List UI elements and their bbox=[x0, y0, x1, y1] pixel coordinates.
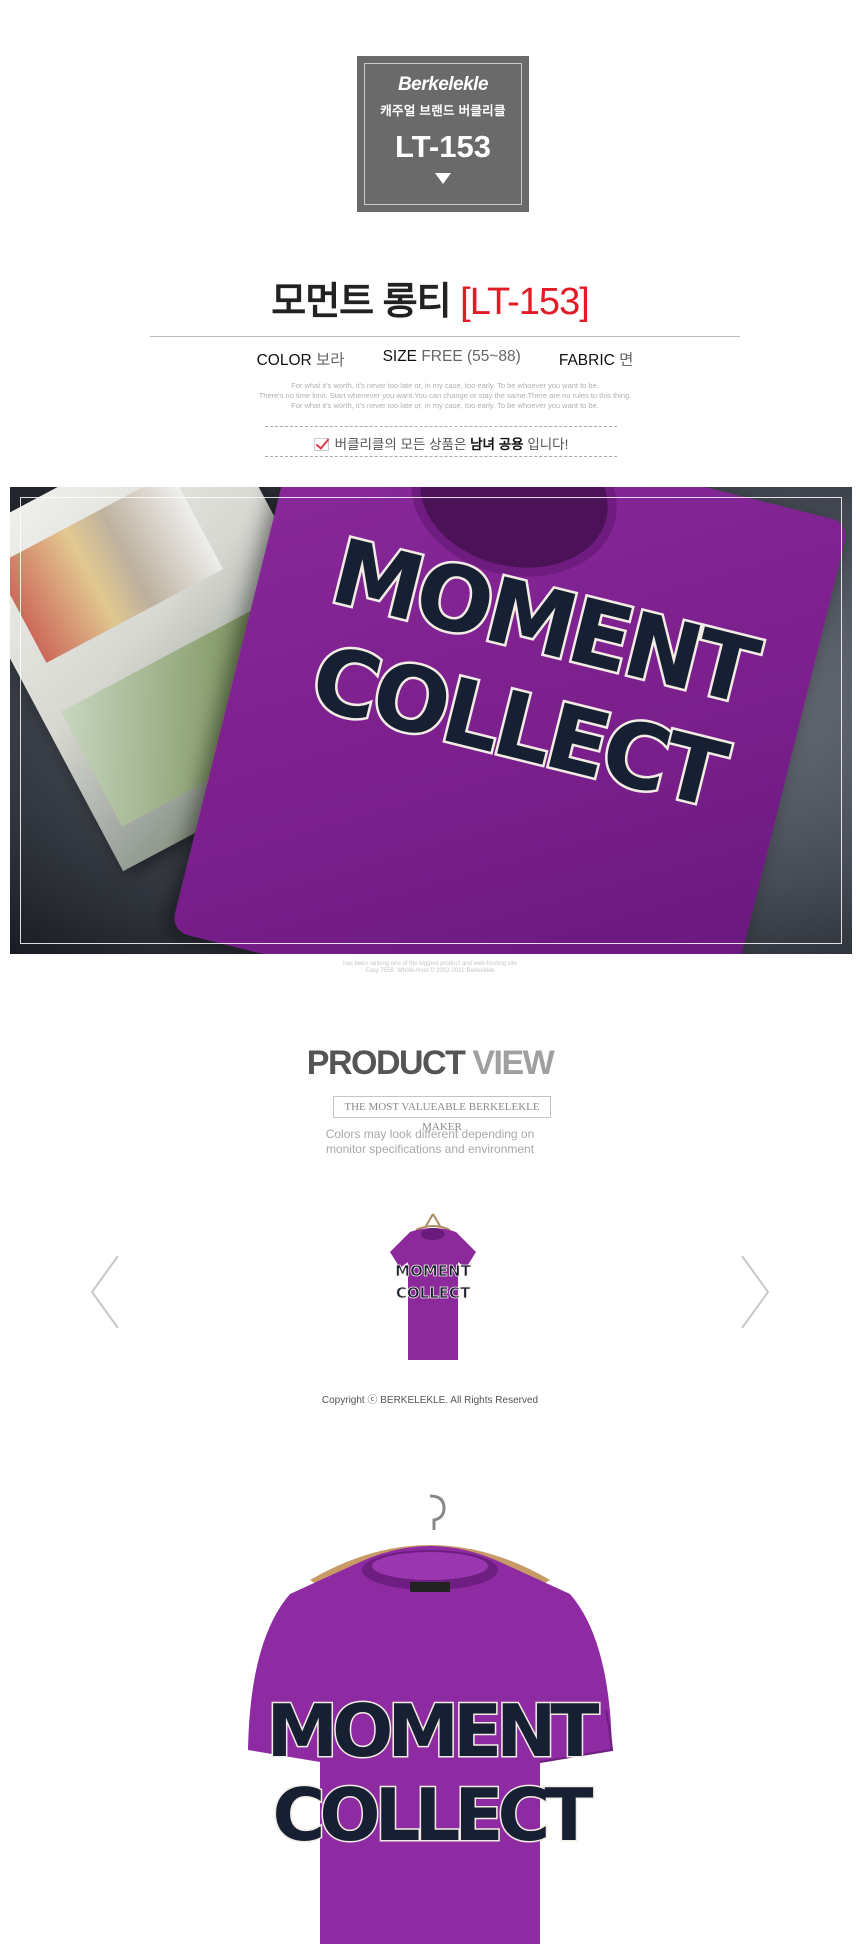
spec-label: SIZE bbox=[382, 348, 418, 365]
color-disclaimer-line: monitor specifications and environment bbox=[325, 1142, 535, 1156]
unisex-prefix: 버클리클의 모든 상품은 bbox=[334, 437, 467, 452]
dotted-divider bbox=[265, 426, 617, 427]
product-thumbnail[interactable]: MOMENT COLLECT bbox=[388, 1212, 478, 1366]
title-divider bbox=[150, 336, 740, 337]
hero-caption: has been ranking one of the biggest prod… bbox=[0, 961, 860, 975]
brand-subtitle: 캐주얼 브랜드 버클리클 bbox=[380, 104, 506, 118]
triangle-down-icon bbox=[435, 173, 451, 184]
thumb-print-line1: MOMENT bbox=[395, 1262, 471, 1280]
color-disclaimer: Colors may look different depending on m… bbox=[0, 1127, 860, 1157]
spec-row: COLOR 보라 SIZE FREE (55~88) FABRIC 면 bbox=[150, 348, 740, 370]
unisex-highlight: 남녀 공용 bbox=[470, 437, 524, 452]
brand-badge: Berkelekle 캐주얼 브랜드 버클리클 LT-153 bbox=[357, 56, 529, 212]
fine-print-line: For what it's worth, it's never too late… bbox=[291, 381, 599, 390]
spec-size: SIZE FREE (55~88) bbox=[383, 348, 521, 370]
photo-frame bbox=[20, 497, 842, 944]
product-view-tagline: THE MOST VALUEABLE BERKELEKLE MAKER bbox=[333, 1096, 551, 1133]
product-name: 모먼트 롱티 bbox=[271, 281, 451, 323]
color-disclaimer-line: Colors may look different depending on bbox=[325, 1127, 535, 1141]
hero-caption-line: Easy 7558. Whole-Host © 2002-2012 Berkel… bbox=[365, 968, 495, 974]
model-print-line1: MOMENT bbox=[266, 1689, 599, 1773]
product-code: [LT-153] bbox=[460, 281, 590, 323]
product-view-title-bold: PRODUCT bbox=[306, 1044, 466, 1082]
chevron-left-icon[interactable] bbox=[90, 1254, 120, 1330]
spec-value: 보라 bbox=[316, 352, 345, 369]
spec-fabric: FABRIC 면 bbox=[559, 348, 634, 370]
chevron-right-icon[interactable] bbox=[740, 1254, 770, 1330]
product-view-title: PRODUCT VIEW bbox=[0, 1044, 860, 1083]
unisex-notice: 버클리클의 모든 상품은 남녀 공용 입니다! bbox=[265, 433, 617, 453]
copyright: Copyright ⓒ BERKELEKLE. All Rights Reser… bbox=[321, 1395, 539, 1406]
spec-label: COLOR bbox=[256, 352, 312, 369]
product-view-title-light: VIEW bbox=[472, 1044, 554, 1082]
fine-print-line: For what it's worth, it's never too late… bbox=[291, 401, 599, 410]
spec-value: 면 bbox=[619, 352, 634, 369]
hero-photo: MOMENT COLLECT bbox=[10, 487, 852, 954]
spec-color: COLOR 보라 bbox=[257, 348, 345, 370]
model-shirt-image: MOMENT COLLECT bbox=[240, 1490, 620, 1944]
spec-label: FABRIC bbox=[558, 352, 615, 369]
fine-print-line: There's no time limit. Start whenever yo… bbox=[258, 391, 632, 400]
check-icon bbox=[313, 438, 329, 451]
badge-product-code: LT-153 bbox=[395, 129, 491, 164]
product-title: 모먼트 롱티 [LT-153] bbox=[0, 270, 860, 325]
thumb-print-line2: COLLECT bbox=[396, 1284, 471, 1302]
brand-logo: Berkelekle bbox=[397, 74, 489, 95]
spec-value: FREE (55~88) bbox=[421, 348, 521, 365]
hero-caption-line: has been ranking one of the biggest prod… bbox=[343, 961, 517, 967]
unisex-suffix: 입니다! bbox=[527, 437, 569, 452]
fine-print: For what it's worth, it's never too late… bbox=[150, 381, 740, 411]
dotted-divider bbox=[265, 456, 617, 457]
model-print-line2: COLLECT bbox=[273, 1773, 594, 1857]
